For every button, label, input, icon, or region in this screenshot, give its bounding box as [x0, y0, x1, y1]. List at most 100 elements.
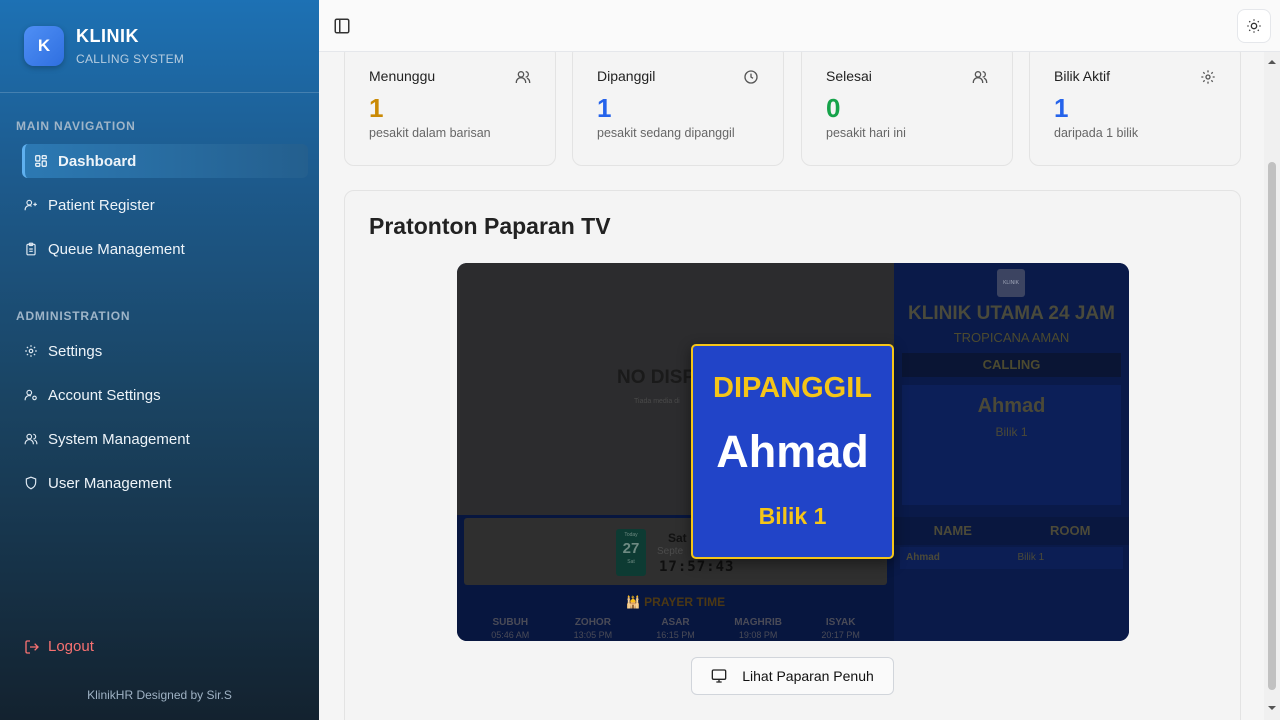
month-name: Septe: [657, 546, 684, 557]
stat-desc: daripada 1 bilik: [1054, 126, 1139, 140]
sidebar: K KLINIK CALLING SYSTEM MAIN NAVIGATION …: [0, 0, 319, 720]
user-key-icon: [24, 389, 37, 401]
prayer-item: ASAR 16:15 PM: [640, 617, 710, 640]
prayer-time: 20:17 PM: [821, 630, 860, 640]
sidebar-item-label: Queue Management: [48, 240, 185, 258]
footer-credit: KlinikHR Designed by Sir.S: [87, 688, 232, 702]
page-scrollbar[interactable]: [1264, 52, 1280, 720]
prayer-time: 19:08 PM: [738, 630, 778, 640]
stat-label: Dipanggil: [597, 68, 656, 84]
current-patient-room: Bilik 1: [995, 425, 1028, 439]
logout-button[interactable]: Logout: [24, 638, 94, 655]
sidebar-item-label: User Management: [48, 474, 172, 492]
stat-label: Selesai: [826, 68, 872, 84]
users-icon: [515, 71, 531, 83]
scroll-up-arrow-icon[interactable]: [1264, 56, 1280, 68]
popup-room: Bilik 1: [758, 503, 827, 529]
users-icon: [972, 71, 988, 83]
section-title-main: MAIN NAVIGATION: [16, 119, 136, 133]
clinic-name: KLINIK UTAMA 24 JAM: [908, 303, 1115, 324]
scroll-down-arrow-icon[interactable]: [1264, 702, 1280, 714]
clock-icon: [744, 70, 758, 84]
clinic-logo: KLINIK: [997, 269, 1025, 297]
gear-icon: [1201, 70, 1215, 84]
called-patient-popup: DIPANGGIL Ahmad Bilik 1: [691, 344, 894, 559]
sidebar-item-dashboard[interactable]: Dashboard: [22, 144, 308, 178]
prayer-item: MAGHRIB 19:08 PM: [723, 617, 793, 640]
section-title-admin: ADMINISTRATION: [16, 309, 131, 323]
gear-icon: [25, 345, 37, 357]
prayer-name: ZOHOR: [574, 617, 611, 628]
shield-icon: [25, 476, 37, 490]
sidebar-item-user-management[interactable]: User Management: [22, 466, 308, 500]
brand-logo: K: [24, 26, 64, 66]
sidebar-item-queue-management[interactable]: Queue Management: [22, 232, 308, 266]
view-full-display-button[interactable]: Lihat Paparan Penuh: [691, 657, 894, 695]
sidebar-item-settings[interactable]: Settings: [22, 334, 308, 368]
clinic-location: TROPICANA AMAN: [953, 330, 1070, 345]
popup-label: DIPANGGIL: [713, 372, 872, 404]
calendar-bottom: Sat: [627, 559, 635, 565]
sidebar-item-label: Dashboard: [58, 152, 137, 170]
prayer-name: ASAR: [661, 617, 690, 628]
topbar: [319, 0, 1280, 52]
sidebar-item-label: Settings: [48, 342, 103, 360]
stat-value: 1: [369, 93, 384, 123]
sidebar-item-label: Patient Register: [48, 196, 155, 214]
theme-toggle-button[interactable]: [1237, 9, 1271, 43]
sidebar-item-patient-register[interactable]: Patient Register: [22, 188, 308, 222]
queue-table-header: NAME ROOM: [894, 517, 1129, 545]
user-plus-icon: [24, 199, 37, 211]
prayer-item: ISYAK 20:17 PM: [806, 617, 876, 640]
tv-preview-panel: Pratonton Paparan TV NO DISP Tiada media…: [344, 190, 1241, 720]
users-icon: [24, 433, 38, 445]
column-header-room: ROOM: [1050, 523, 1091, 538]
prayer-time: 16:15 PM: [656, 630, 695, 640]
sidebar-toggle-icon[interactable]: [333, 17, 351, 35]
prayer-item: SUBUH 05:46 AM: [475, 617, 545, 640]
view-full-display-label: Lihat Paparan Penuh: [742, 668, 874, 684]
brand[interactable]: K KLINIK CALLING SYSTEM: [24, 26, 184, 66]
no-display-text: NO DISP: [617, 367, 696, 388]
calendar-top: Today: [624, 532, 638, 538]
stat-value: 1: [1054, 93, 1069, 123]
sidebar-item-label: System Management: [48, 430, 190, 448]
table-cell-name: Ahmad: [906, 552, 940, 563]
calendar-day: 27: [622, 540, 640, 557]
logout-icon: [25, 639, 39, 654]
tv-preview: NO DISP Tiada media di Today 27 Sat Sat …: [457, 263, 1129, 641]
current-patient-name: Ahmad: [977, 395, 1046, 417]
prayer-name: MAGHRIB: [734, 617, 782, 628]
brand-subtitle: CALLING SYSTEM: [76, 52, 185, 66]
popup-patient-name: Ahmad: [716, 426, 869, 477]
table-cell-room: Bilik 1: [1017, 552, 1045, 563]
sidebar-item-system-management[interactable]: System Management: [22, 422, 308, 456]
sidebar-divider: [0, 92, 319, 93]
logout-label: Logout: [48, 638, 94, 655]
scrollbar-thumb[interactable]: [1268, 162, 1276, 690]
prayer-time-title: 🕌 PRAYER TIME: [625, 595, 726, 609]
prayer-item: ZOHOR 13:05 PM: [558, 617, 628, 640]
dashboard-icon: [35, 155, 47, 167]
stat-value: 1: [597, 93, 612, 123]
calling-header: CALLING: [902, 353, 1121, 377]
stat-value: 0: [826, 93, 841, 123]
stat-card-dipanggil: Dipanggil 1 pesakit sedang dipanggil: [572, 44, 784, 166]
column-header-name: NAME: [933, 523, 972, 538]
stat-desc: pesakit hari ini: [826, 126, 906, 140]
monitor-icon: [711, 669, 727, 683]
clipboard-icon: [26, 242, 36, 256]
no-display-subtext: Tiada media di: [634, 398, 680, 405]
brand-title: KLINIK: [76, 26, 139, 46]
stat-desc: pesakit sedang dipanggil: [597, 126, 735, 140]
prayer-time: 05:46 AM: [491, 630, 530, 640]
stat-desc: pesakit dalam barisan: [369, 126, 491, 140]
sidebar-item-label: Account Settings: [48, 386, 161, 404]
stat-label: Menunggu: [369, 68, 436, 84]
sun-icon: [1247, 19, 1261, 33]
prayer-time: 13:05 PM: [573, 630, 613, 640]
sidebar-item-account-settings[interactable]: Account Settings: [22, 378, 308, 412]
stat-card-bilik-aktif: Bilik Aktif 1 daripada 1 bilik: [1029, 44, 1241, 166]
prayer-times: SUBUH 05:46 AM ZOHOR 13:05 PM ASAR 16:15…: [457, 617, 894, 640]
current-call-box: Ahmad Bilik 1: [902, 385, 1121, 505]
